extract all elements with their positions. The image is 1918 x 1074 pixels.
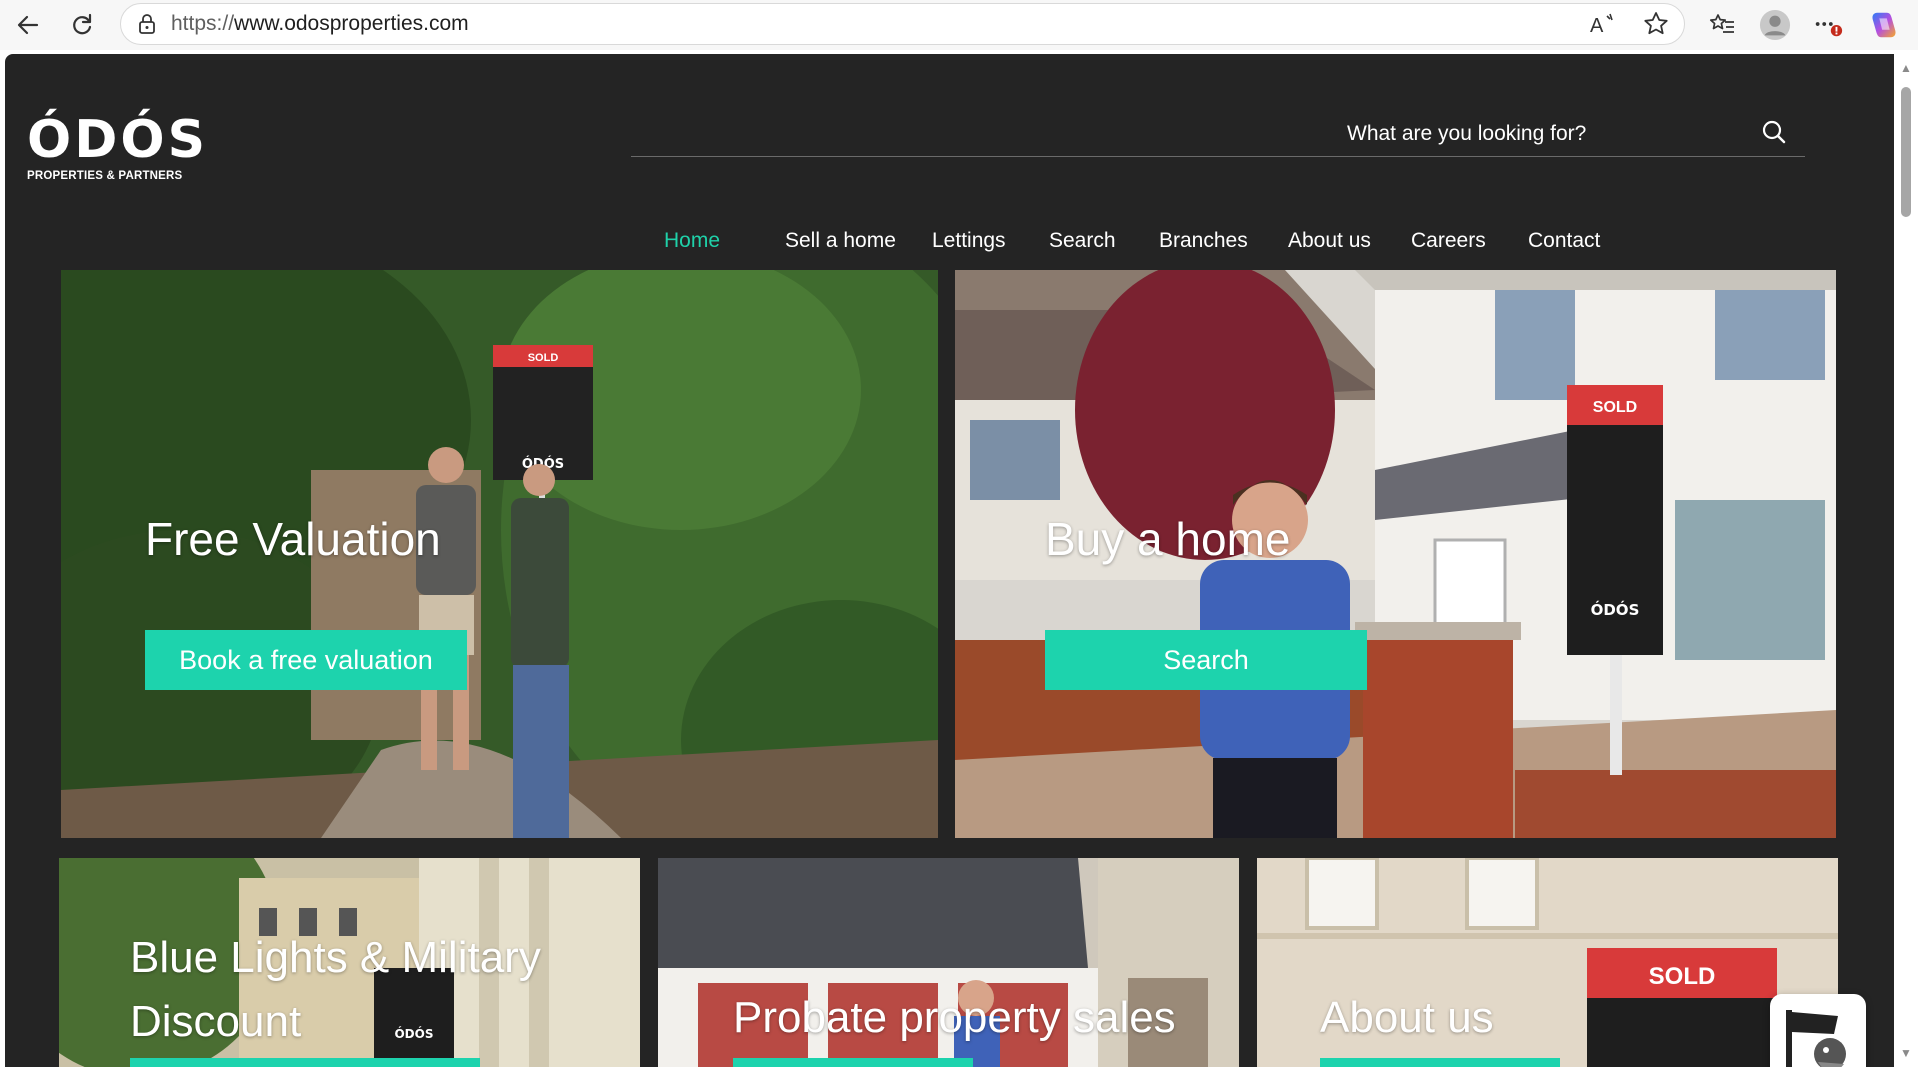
more-options-icon[interactable] — [1812, 9, 1844, 41]
about-us-title: About us — [1320, 993, 1494, 1042]
buy-a-home-card[interactable]: SOLD ÓDÓS Buy a home Search — [955, 270, 1836, 838]
book-valuation-button[interactable]: Book a free valuation — [145, 630, 467, 690]
address-bar[interactable]: https://www.odosproperties.com A — [120, 3, 1685, 45]
nav-contact[interactable]: Contact — [1528, 229, 1600, 253]
sign-brand-text: ÓDÓS — [1591, 600, 1640, 619]
refresh-icon[interactable] — [66, 9, 98, 41]
back-arrow-icon[interactable] — [12, 9, 44, 41]
url-scheme: https:// — [171, 12, 235, 35]
about-us-button[interactable] — [1320, 1058, 1560, 1067]
favorites-list-icon[interactable] — [1706, 9, 1738, 41]
site-search-bar[interactable]: What are you looking for? — [631, 97, 1805, 157]
profile-avatar-icon[interactable] — [1759, 9, 1791, 41]
buy-a-home-title: Buy a home — [1045, 513, 1291, 565]
military-discount-button[interactable] — [130, 1058, 480, 1067]
probate-card[interactable]: Probate property sales — [658, 858, 1239, 1067]
web-page: ÓDÓS PROPERTIES & PARTNERS What are you … — [5, 54, 1894, 1067]
main-navigation: Home Sell a home Lettings Search Branche… — [631, 229, 1811, 269]
nav-home[interactable]: Home — [664, 229, 720, 253]
military-discount-title-line2: Discount — [130, 997, 302, 1046]
military-discount-card[interactable]: ÓDÓS Blue Lights & Military Discount — [59, 858, 640, 1067]
favorite-star-icon[interactable] — [1642, 10, 1670, 43]
read-aloud-icon[interactable]: A — [1588, 10, 1616, 43]
scroll-down-icon[interactable]: ▼ — [1900, 1047, 1912, 1059]
logo-subtitle: PROPERTIES & PARTNERS — [27, 170, 183, 182]
sold-sign-text: SOLD — [1593, 399, 1637, 416]
military-discount-title-line1: Blue Lights & Military — [130, 933, 541, 982]
copilot-icon[interactable] — [1868, 9, 1900, 41]
nav-careers[interactable]: Careers — [1411, 229, 1486, 253]
browser-toolbar: https://www.odosproperties.com A — [0, 0, 1918, 50]
nav-about-us[interactable]: About us — [1288, 229, 1371, 253]
mascot-icon — [1786, 1010, 1846, 1067]
scroll-up-icon[interactable]: ▲ — [1900, 62, 1912, 74]
site-logo[interactable]: ÓDÓS PROPERTIES & PARTNERS — [27, 110, 209, 194]
probate-title: Probate property sales — [733, 993, 1176, 1042]
nav-lettings[interactable]: Lettings — [932, 229, 1006, 253]
page-scrollbar[interactable]: ▲ ▼ — [1894, 54, 1918, 1067]
about-us-card[interactable]: SOLD About us — [1257, 858, 1838, 1067]
nav-branches[interactable]: Branches — [1159, 229, 1248, 253]
probate-button[interactable] — [733, 1058, 973, 1067]
url-host: www.odosproperties.com — [234, 12, 469, 35]
nav-sell-a-home[interactable]: Sell a home — [785, 229, 896, 253]
military-discount-title: Blue Lights & Military Discount — [130, 926, 541, 1054]
search-input[interactable]: What are you looking for? — [1347, 122, 1586, 146]
free-valuation-card[interactable]: SOLD ÓDÓS Free Valuation Book a free val… — [61, 270, 938, 838]
sold-sign-text: SOLD — [1649, 963, 1716, 990]
free-valuation-title: Free Valuation — [145, 513, 441, 565]
logo-mark: ÓDÓS — [27, 110, 209, 170]
svg-text:A: A — [1590, 15, 1604, 37]
search-homes-button[interactable]: Search — [1045, 630, 1367, 690]
search-icon[interactable] — [1761, 119, 1787, 145]
chat-widget-button[interactable] — [1770, 994, 1866, 1067]
url-text: https://www.odosproperties.com — [171, 12, 469, 36]
scroll-thumb[interactable] — [1901, 87, 1911, 217]
lock-icon[interactable] — [135, 12, 159, 36]
nav-search[interactable]: Search — [1049, 229, 1116, 253]
sold-sign-text: SOLD — [528, 352, 559, 364]
